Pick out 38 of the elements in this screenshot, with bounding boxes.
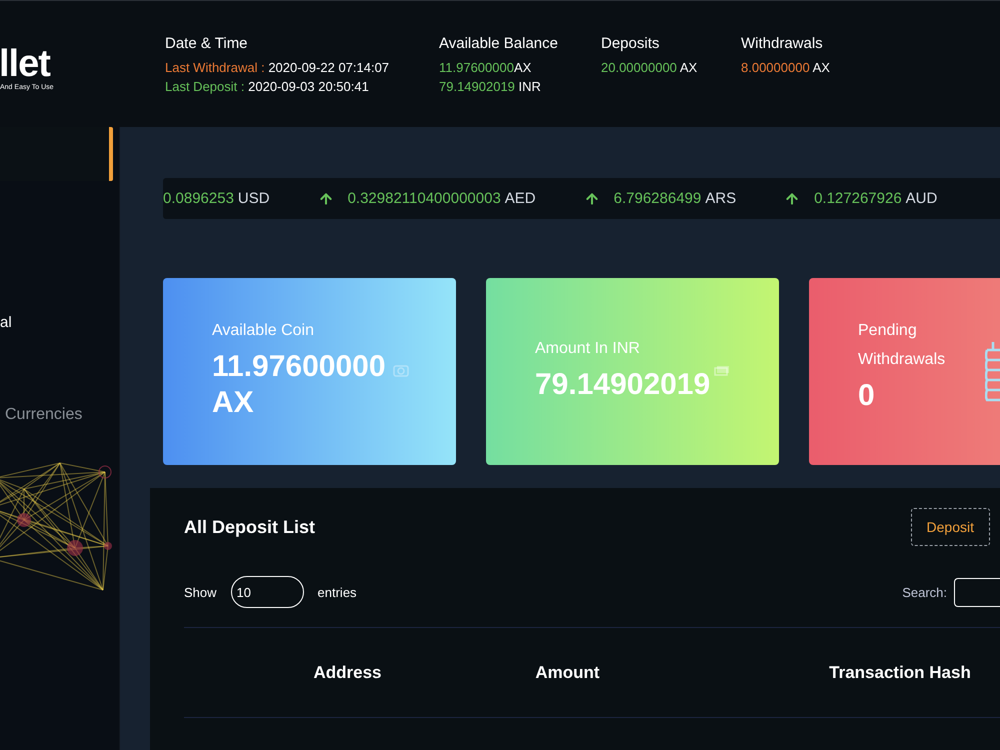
ticker-currency: ARS: [705, 190, 736, 207]
search-label: Search:: [902, 584, 947, 600]
ticker-value: 6.796286499: [614, 190, 702, 207]
ticker-currency: AUD: [906, 190, 938, 207]
column-header: Amount: [534, 662, 601, 682]
balance-row-text: 79.14902019 INR: [439, 79, 542, 94]
column-title: Deposits: [601, 35, 660, 52]
date-row-text: Last Withdrawal : 2020-09-22 07:14:07: [165, 60, 390, 75]
column-title: Withdrawals: [741, 35, 824, 52]
column-title: Available Balance: [439, 35, 559, 52]
balance-row-text: 11.97600000AX: [439, 60, 532, 75]
show-label: Show: [184, 584, 217, 600]
ticker-value: 0.127267926: [814, 190, 902, 207]
card-value: 79.14902019: [535, 367, 710, 403]
card-label: Available Coin: [212, 321, 315, 341]
entries-label: entries: [318, 584, 357, 600]
cash-icon: [714, 365, 730, 377]
card-label: Amount In INR: [535, 339, 641, 359]
panel-title: All Deposit List: [184, 516, 316, 538]
arrow-up-icon: [584, 190, 600, 206]
column-header: Address: [312, 662, 383, 682]
card-value: 0: [858, 378, 875, 414]
deposit-button[interactable]: Deposit: [910, 508, 990, 546]
withdrawal-amount: 8.00000000 AX: [741, 60, 831, 75]
ticker-currency: AED: [504, 190, 536, 207]
logo-text: llet: [0, 45, 50, 83]
ticker-value: 0.0896253: [163, 190, 234, 207]
entries-field[interactable]: 10: [230, 576, 304, 608]
date-row-text: Last Deposit : 2020-09-03 20:50:41: [165, 79, 370, 94]
card-value: 11.97600000 AX: [212, 349, 387, 421]
camera-icon: [393, 363, 409, 377]
ticker-currency: USD: [238, 190, 270, 207]
section-label: Currencies: [5, 406, 84, 424]
column-header: Transaction Hash: [828, 662, 972, 682]
ticker-value: 0.32982110400000003: [348, 190, 501, 207]
deposit-amount: 20.00000000 AX: [601, 60, 698, 75]
card-label: Pending Withdrawals: [858, 321, 946, 370]
column-title: Date & Time: [165, 35, 249, 52]
